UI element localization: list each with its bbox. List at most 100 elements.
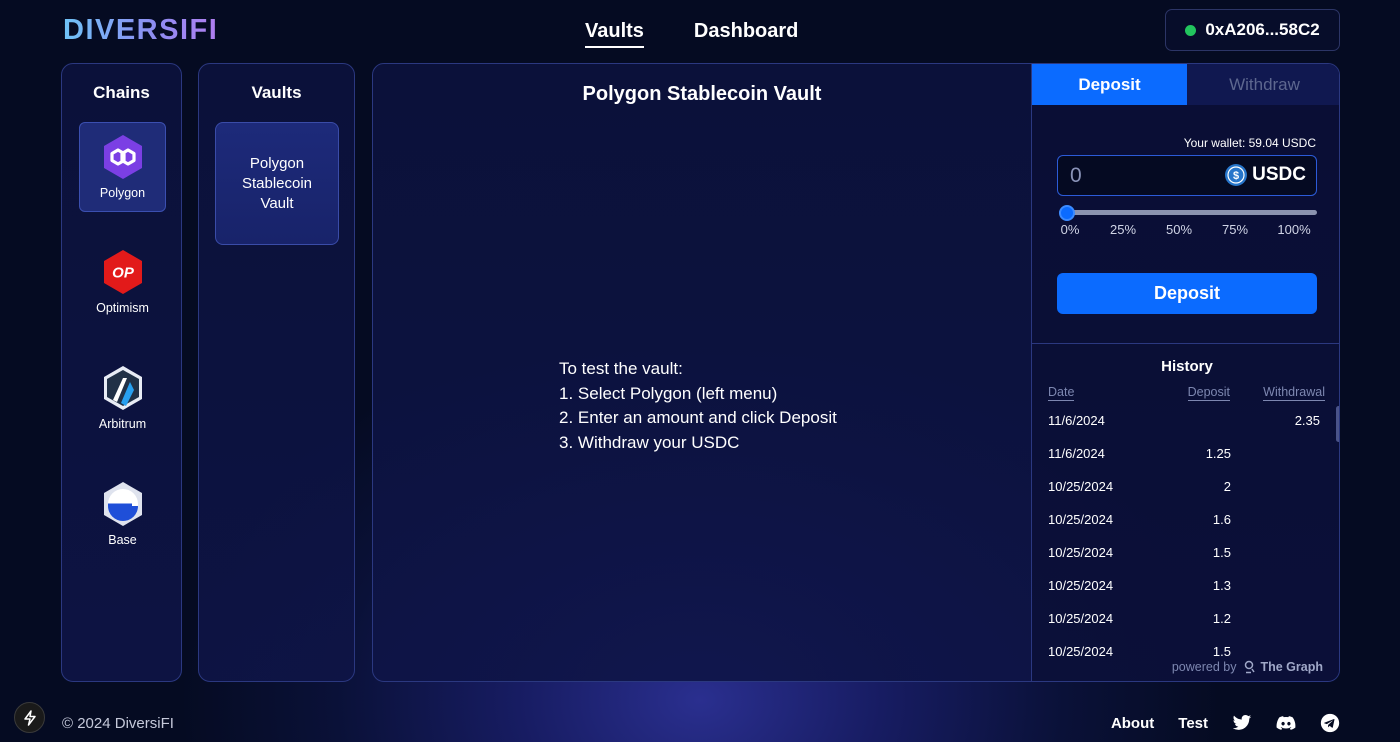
token-selector: $ USDC <box>1225 164 1306 186</box>
history-row-deposit: 1.2 <box>1212 611 1231 626</box>
history-col-date[interactable]: Date <box>1048 385 1075 401</box>
amount-slider[interactable] <box>1059 205 1317 221</box>
twitter-icon[interactable] <box>1232 713 1252 733</box>
history-row-date: 10/25/2024 <box>1048 512 1114 527</box>
history-row-date: 10/25/2024 <box>1048 644 1114 656</box>
chain-item-base[interactable]: Base <box>79 470 166 560</box>
history-row-date: 11/6/2024 <box>1048 413 1105 428</box>
chains-title: Chains <box>93 83 150 102</box>
lightning-icon[interactable] <box>14 702 45 733</box>
slider-mark-25[interactable]: 25% <box>1110 222 1136 237</box>
footer-link-about[interactable]: About <box>1111 715 1154 732</box>
vault-detail-panel: Polygon Stablecoin Vault To test the vau… <box>372 63 1340 682</box>
wallet-balance: Your wallet: 59.04 USDC <box>1183 136 1316 150</box>
telegram-icon[interactable] <box>1320 713 1340 733</box>
history-row-deposit: 2 <box>1223 479 1231 494</box>
history-row: 10/25/2024 1.3 <box>1032 569 1334 602</box>
history-col-deposit[interactable]: Deposit <box>1187 385 1230 401</box>
tab-withdraw[interactable]: Withdraw <box>1187 64 1339 105</box>
main-nav: Vaults Dashboard <box>585 20 798 48</box>
history-row: 10/25/2024 2 <box>1032 470 1334 503</box>
the-graph-logo[interactable]: The Graph <box>1242 660 1323 674</box>
chain-label-optimism: Optimism <box>96 301 149 315</box>
history-row-date: 10/25/2024 <box>1048 578 1114 593</box>
top-bar: DIVERSIFI Vaults Dashboard 0xA206...58C2 <box>0 0 1400 62</box>
slider-mark-50[interactable]: 50% <box>1166 222 1192 237</box>
history-row-date: 10/25/2024 <box>1048 545 1114 560</box>
vault-title: Polygon Stablecoin Vault <box>582 83 822 105</box>
chain-item-optimism[interactable]: OP Optimism <box>79 238 166 328</box>
vaults-panel: Vaults Polygon Stablecoin Vault <box>198 63 355 682</box>
history-scrollbar[interactable] <box>1336 406 1339 442</box>
optimism-icon: OP <box>103 250 142 294</box>
history-header: Date Deposit Withdrawal <box>1032 385 1339 403</box>
history-row-deposit: 1.6 <box>1212 512 1231 527</box>
instruction-line: 1. Select Polygon (left menu) <box>559 383 778 403</box>
polygon-icon <box>103 135 142 179</box>
history-row-deposit: 1.25 <box>1205 446 1231 461</box>
instruction-line: 3. Withdraw your USDC <box>559 432 740 452</box>
history-row: 10/25/2024 1.5 <box>1032 536 1334 569</box>
history-row: 10/25/2024 1.2 <box>1032 602 1334 635</box>
chains-panel: Chains Polygon OP Optimism Arbitrum Base <box>61 63 182 682</box>
history-row-deposit: 1.5 <box>1212 545 1231 560</box>
svg-text:$: $ <box>1233 170 1239 182</box>
the-graph-icon <box>1245 660 1256 674</box>
discord-icon[interactable] <box>1276 713 1296 733</box>
arbitrum-icon <box>103 366 142 410</box>
section-divider <box>1032 343 1339 344</box>
slider-track <box>1059 210 1317 215</box>
slider-mark-100[interactable]: 100% <box>1277 222 1310 237</box>
footer-link-test[interactable]: Test <box>1178 715 1208 732</box>
slider-marks: 0% 25% 50% 75% 100% <box>1032 222 1339 238</box>
copyright: © 2024 DiversiFI <box>62 715 174 732</box>
vaults-title: Vaults <box>251 83 302 102</box>
token-symbol: USDC <box>1252 164 1306 185</box>
history-col-withdrawal[interactable]: Withdrawal <box>1263 385 1325 401</box>
chain-item-arbitrum[interactable]: Arbitrum <box>79 354 166 444</box>
powered-by: powered by The Graph <box>1172 660 1323 674</box>
wallet-status-dot <box>1185 24 1197 36</box>
instruction-line: To test the vault: <box>559 359 683 378</box>
amount-input[interactable] <box>1070 163 1220 189</box>
usdc-icon: $ <box>1225 164 1248 186</box>
base-icon <box>103 482 142 526</box>
deposit-withdraw-panel: Deposit Withdraw Your wallet: 59.04 USDC… <box>1031 64 1339 681</box>
brand-logo[interactable]: DIVERSIFI <box>63 14 218 47</box>
chain-label-polygon: Polygon <box>99 186 146 200</box>
instruction-line: 2. Enter an amount and click Deposit <box>559 408 837 427</box>
vault-card-polygon-stablecoin[interactable]: Polygon Stablecoin Vault <box>215 122 339 245</box>
nav-vaults[interactable]: Vaults <box>585 20 644 48</box>
footer-links: About Test <box>1111 713 1340 733</box>
footer: © 2024 DiversiFI About Test <box>0 699 1400 742</box>
action-tabs: Deposit Withdraw <box>1032 64 1339 105</box>
history-row-deposit: 1.5 <box>1212 644 1231 656</box>
chain-item-polygon[interactable]: Polygon <box>79 122 166 212</box>
slider-mark-0[interactable]: 0% <box>1061 222 1080 237</box>
slider-thumb[interactable] <box>1059 205 1075 221</box>
history-row: 10/25/2024 1.5 <box>1032 635 1334 656</box>
history-row-withdrawal: 2.35 <box>1294 413 1320 428</box>
history-row: 11/6/2024 1.25 <box>1032 437 1334 470</box>
history-row-date: 10/25/2024 <box>1048 479 1114 494</box>
history-row-date: 11/6/2024 <box>1048 446 1105 461</box>
amount-field: $ USDC <box>1057 155 1317 196</box>
history-row-date: 10/25/2024 <box>1048 611 1114 626</box>
nav-dashboard[interactable]: Dashboard <box>694 20 798 48</box>
history-title: History <box>1161 358 1213 375</box>
history-list[interactable]: 11/6/2024 2.35 11/6/2024 1.25 10/25/2024 2 10/… <box>1032 404 1334 656</box>
vault-instructions: To test the vault: 1. Select Polygon (le… <box>559 357 837 455</box>
svg-text:OP: OP <box>112 265 135 282</box>
the-graph-label: The Graph <box>1260 660 1323 674</box>
slider-mark-75[interactable]: 75% <box>1222 222 1248 237</box>
deposit-button[interactable]: Deposit <box>1057 273 1317 314</box>
chain-label-base: Base <box>108 533 137 547</box>
wallet-address: 0xA206...58C2 <box>1205 20 1320 39</box>
history-row-deposit: 1.3 <box>1212 578 1231 593</box>
history-row: 11/6/2024 2.35 <box>1032 404 1334 437</box>
history-row: 10/25/2024 1.6 <box>1032 503 1334 536</box>
tab-deposit[interactable]: Deposit <box>1032 64 1187 105</box>
wallet-button[interactable]: 0xA206...58C2 <box>1165 9 1340 51</box>
chain-label-arbitrum: Arbitrum <box>98 417 147 431</box>
powered-by-label: powered by <box>1171 660 1237 674</box>
